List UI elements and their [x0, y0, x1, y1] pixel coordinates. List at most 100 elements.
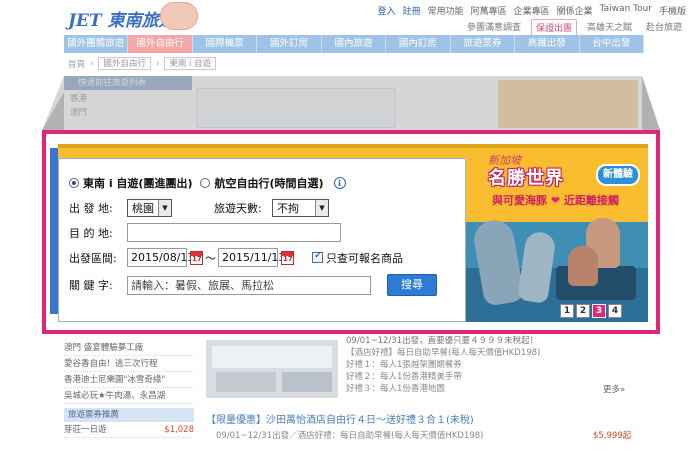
top-bar: JET 東南旅遊 登入 註冊 常用功能 阿萬專區 企業專區 關係企業 Taiwa… [0, 0, 700, 36]
search-form: 東南 i 自遊(團進團出) 航空自由行(時間自選) i 出 發 地: 桃園 ▼ … [58, 158, 466, 322]
calendar-icon[interactable] [190, 250, 203, 265]
destination-row: 目 的 地: [69, 223, 341, 242]
sub-links: 參團滿意調查 保證出團 高雄天之賦 赴台旅遊 [463, 19, 686, 36]
date-range-row: 出發區間: 2015/08/13 ～ 2015/11/13 只查可報名商品 [69, 248, 403, 267]
product-line: 好禮３：每人1份香港地圖 [346, 384, 445, 394]
enterprise-link[interactable]: 企業專區 [514, 4, 550, 17]
main-nav: 國外團體旅遊 國外自由行 國際機票 國外訂房 國內旅遊 國內訂房 旅遊票券 高鐵… [64, 35, 644, 53]
search-button[interactable]: 搜尋 [387, 274, 437, 296]
zoom-inner: 東南 i 自遊(團進團出) 航空自由行(時間自選) i 出 發 地: 桃園 ▼ … [58, 144, 648, 322]
departure-row: 出 發 地: 桃園 ▼ 旅遊天數: 不拘 ▼ [69, 199, 329, 217]
radio-flight-hotel-label[interactable]: 航空自由行(時間自選) [214, 175, 323, 191]
radio-flight-hotel[interactable] [200, 178, 211, 188]
ticket-recommend-header: 旅遊票券推薦 [64, 408, 194, 422]
ad-title: 名勝世界 [488, 168, 564, 189]
zoomed-search-panel: 東南 i 自遊(團進團出) 航空自由行(時間自選) i 出 發 地: 桃園 ▼ … [42, 130, 660, 334]
common-functions-link[interactable]: 常用功能 [428, 4, 464, 17]
nav-item-group-tours[interactable]: 國外團體旅遊 [64, 35, 129, 53]
days-select[interactable]: 不拘 ▼ [272, 199, 329, 217]
person-image [568, 246, 598, 286]
sidebar-item-hongkong[interactable]: 香港 [64, 92, 192, 106]
list-item[interactable]: 香港迪士尼樂園"冰雪奇緣" [64, 372, 194, 388]
breadcrumb: 首頁 › 國外自由行 › 東南 i 自遊 [68, 57, 217, 70]
more-link[interactable]: 更多» [603, 383, 625, 395]
keyword-input[interactable]: 請輸入：暑假、旅展、馬拉松 [127, 275, 371, 295]
hotel-thumbnail[interactable] [206, 340, 338, 398]
departure-label: 出 發 地: [69, 202, 113, 215]
nav-item-hsr[interactable]: 高鐵出發 [515, 35, 580, 53]
pager-button[interactable]: 1 [560, 304, 574, 318]
ad-subtitle: 與可愛海豚 ❤ 近距離接觸 [492, 192, 619, 208]
guaranteed-tour-link[interactable]: 保證出團 [530, 19, 577, 36]
affiliates-link[interactable]: 關係企業 [557, 4, 593, 17]
nav-item-hotels[interactable]: 國外訂房 [257, 35, 322, 53]
date-to-input[interactable]: 2015/11/13 [218, 248, 285, 267]
ad-background [498, 80, 638, 128]
banner-pager: 1 2 3 4 [560, 304, 622, 318]
ad-badge: 新體驗 [596, 164, 640, 186]
survey-link[interactable]: 參團滿意調查 [463, 19, 525, 36]
search-panel-background [196, 88, 396, 128]
radio-group-tour[interactable] [69, 178, 79, 188]
login-link[interactable]: 登入 [378, 4, 396, 17]
breadcrumb-home[interactable]: 首頁 [68, 58, 85, 70]
info-icon[interactable]: i [333, 177, 346, 189]
breadcrumb-current[interactable]: 東南 i 自遊 [164, 57, 217, 70]
lower-left-list: 澳門 盛宴體驗夢工廠 愛谷香自由！逃三次行程 香港迪士尼樂園"冰雪奇緣" 吳城必… [64, 340, 194, 438]
list-item[interactable]: 吳城必玩★牛肉湯、永昌湖 [64, 388, 194, 404]
ad-subtitle-right: 近距離接觸 [563, 194, 619, 207]
sidebar-list: 香港 澳門 [64, 92, 192, 120]
visit-taiwan-link[interactable]: 赴台旅遊 [642, 19, 686, 36]
panel-edge [50, 148, 58, 314]
promo-subtitle: 09/01~12/31出發／酒店好禮：每日自助早餐(每人每天價值HKD198) [216, 431, 484, 441]
breadcrumb-separator: › [90, 58, 94, 69]
calendar-icon[interactable] [281, 250, 294, 265]
pager-button-current[interactable]: 3 [592, 304, 606, 318]
ad-subtitle-left: 與可愛海豚 [492, 194, 547, 207]
kaohsiung-link[interactable]: 高雄天之賦 [583, 19, 636, 36]
product-line: 09/01~12/31出發，直要優只要４９９９未稅起！ [346, 336, 539, 346]
radio-group-tour-label[interactable]: 東南 i 自遊(團進團出) [83, 175, 192, 191]
trip-type-row: 東南 i 自遊(團進團出) 航空自由行(時間自選) i [69, 175, 346, 191]
keyword-label: 關 鍵 字: [69, 279, 113, 292]
sidebar-title: 快速前往旅遊列表 [64, 76, 192, 90]
product-line: 好禮１：每人1張越架團期餐券 [346, 360, 462, 370]
pager-button[interactable]: 4 [608, 304, 622, 318]
breadcrumb-fit[interactable]: 國外自由行 [98, 57, 151, 70]
date-from-input[interactable]: 2015/08/13 [127, 248, 194, 267]
only-available-label[interactable]: 只查可報名商品 [326, 250, 403, 266]
destination-label: 目 的 地: [69, 226, 113, 240]
nav-item-flights[interactable]: 國際機票 [193, 35, 258, 53]
promo-title-link[interactable]: 【限量優惠】沙田萬怡酒店自由行４日～送好禮３合１(未稅) [206, 411, 474, 426]
product-line: 【酒店好禮】每日自助早餐(每人每天價值HKD198) [346, 348, 541, 358]
promo-banner[interactable]: 新加坡 名勝世界 新體驗 與可愛海豚 ❤ 近距離接觸 1 2 3 4 [466, 148, 648, 322]
list-item[interactable]: 澳門 盛宴體驗夢工廠 [64, 340, 194, 356]
days-value: 不拘 [277, 202, 299, 215]
days-label: 旅遊天數: [214, 202, 262, 215]
taiwan-tour-link[interactable]: Taiwan Tour [600, 4, 652, 17]
date-range-label: 出發區間: [69, 251, 117, 265]
destination-input[interactable] [127, 223, 341, 242]
keyword-row: 關 鍵 字: 請輸入：暑假、旅展、馬拉松 搜尋 [69, 274, 437, 296]
ticket-price: $1,028 [164, 425, 194, 435]
nav-item-tickets[interactable]: 旅遊票券 [451, 35, 516, 53]
heart-icon: ❤ [550, 194, 561, 207]
nav-item-domestic-hotels[interactable]: 國內訂房 [386, 35, 451, 53]
sidebar-item-macau[interactable]: 澳門 [64, 106, 192, 120]
top-links: 登入 註冊 常用功能 阿萬專區 企業專區 關係企業 Taiwan Tour 手機… [378, 4, 686, 17]
product-line: 好禮２：每人1份香港精美手帶 [346, 372, 462, 382]
nav-item-fit[interactable]: 國外自由行 [128, 35, 193, 53]
departure-value: 桃園 [132, 202, 154, 215]
departure-select[interactable]: 桃園 ▼ [127, 199, 172, 217]
mobile-link[interactable]: 手機版 [659, 4, 686, 17]
ticket-name: 芽莊一日遊 [64, 425, 107, 435]
nav-item-domestic[interactable]: 國內旅遊 [322, 35, 387, 53]
only-available-checkbox[interactable] [312, 250, 323, 263]
pager-button[interactable]: 2 [576, 304, 590, 318]
awan-zone-link[interactable]: 阿萬專區 [471, 4, 507, 17]
ticket-item[interactable]: 芽莊一日遊 $1,028 [64, 422, 194, 438]
list-item[interactable]: 愛谷香自由！逃三次行程 [64, 356, 194, 372]
product-description: 09/01~12/31出發，直要優只要４９９９未稅起！ 【酒店好禮】每日自助早餐… [346, 335, 636, 395]
nav-item-taichung[interactable]: 台中出發 [580, 35, 644, 53]
register-link[interactable]: 註冊 [403, 4, 421, 17]
